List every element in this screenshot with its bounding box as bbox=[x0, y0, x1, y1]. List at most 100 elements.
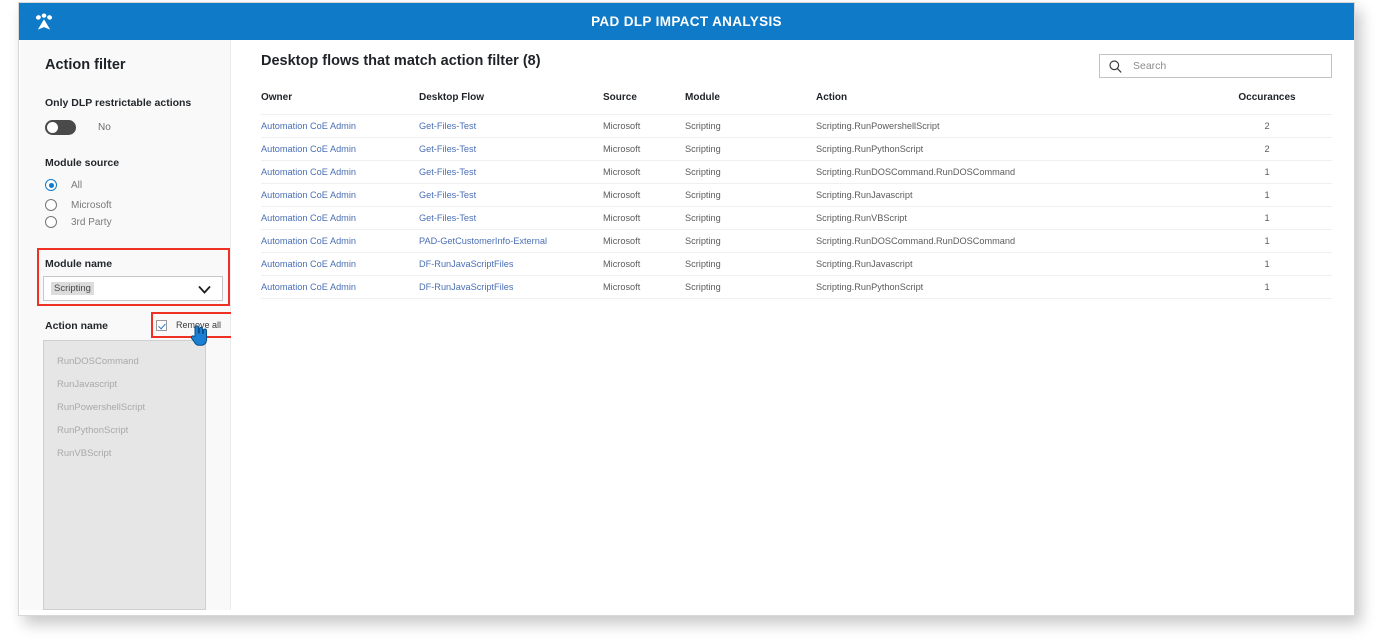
dlp-toggle-value: No bbox=[98, 122, 111, 133]
table-row: Automation CoE Admin DF-RunJavaScriptFile… bbox=[261, 275, 1332, 299]
search-input[interactable] bbox=[1131, 59, 1311, 73]
module-name-label: Module name bbox=[45, 258, 113, 270]
radio-label: Microsoft bbox=[71, 199, 112, 211]
cell-action: Scripting.RunPythonScript bbox=[816, 137, 1202, 161]
table-row: Automation CoE Admin Get-Files-Test Micros… bbox=[261, 114, 1332, 138]
cell-source: Microsoft bbox=[603, 206, 685, 230]
sidebar-title: Action filter bbox=[45, 57, 126, 73]
radio-module-source-microsoft[interactable]: Microsoft bbox=[45, 199, 112, 211]
radio-mark-selected-icon bbox=[45, 179, 57, 191]
cell-owner[interactable]: Automation CoE Admin bbox=[261, 206, 419, 230]
cell-action: Scripting.RunJavascript bbox=[816, 252, 1202, 276]
dlp-restrictable-toggle[interactable] bbox=[45, 120, 76, 135]
list-item[interactable]: RunPythonScript bbox=[44, 419, 205, 442]
radio-mark-icon bbox=[45, 216, 57, 228]
radio-module-source-3rd-party[interactable]: 3rd Party bbox=[45, 216, 112, 228]
action-name-list[interactable]: RunDOSCommand RunJavascript RunPowershel… bbox=[43, 340, 206, 610]
results-table-container: Owner Desktop Flow Source Module Action … bbox=[261, 92, 1332, 299]
list-item[interactable]: RunDOSCommand bbox=[44, 350, 205, 373]
cell-desktop-flow[interactable]: Get-Files-Test bbox=[419, 206, 603, 230]
filter-sidebar: Action filter Only DLP restrictable acti… bbox=[20, 40, 243, 610]
cell-owner[interactable]: Automation CoE Admin bbox=[261, 183, 419, 207]
cell-action: Scripting.RunJavascript bbox=[816, 183, 1202, 207]
cell-action: Scripting.RunPythonScript bbox=[816, 275, 1202, 299]
list-item[interactable]: RunJavascript bbox=[44, 373, 205, 396]
radio-label: All bbox=[71, 179, 83, 191]
cell-desktop-flow[interactable]: DF-RunJavaScriptFiles bbox=[419, 275, 603, 299]
cell-action: Scripting.RunDOSCommand.RunDOSCommand bbox=[816, 160, 1202, 184]
module-source-label: Module source bbox=[45, 157, 120, 169]
cell-desktop-flow[interactable]: Get-Files-Test bbox=[419, 183, 603, 207]
cell-occurances: 1 bbox=[1202, 160, 1332, 184]
cell-desktop-flow[interactable]: PAD-GetCustomerInfo-External bbox=[419, 229, 603, 253]
table-row: Automation CoE Admin Get-Files-Test Micros… bbox=[261, 206, 1332, 230]
list-item[interactable]: RunVBScript bbox=[44, 442, 205, 465]
cell-module: Scripting bbox=[685, 137, 816, 161]
cell-occurances: 1 bbox=[1202, 275, 1332, 299]
table-row: Automation CoE Admin PAD-GetCustomerInfo-… bbox=[261, 229, 1332, 253]
application-window: PAD DLP IMPACT ANALYSIS Action filter On… bbox=[18, 2, 1355, 616]
search-icon bbox=[1109, 59, 1122, 73]
column-header-owner[interactable]: Owner bbox=[261, 92, 419, 115]
radio-mark-icon bbox=[45, 199, 57, 211]
cell-occurances: 2 bbox=[1202, 137, 1332, 161]
cell-action: Scripting.RunDOSCommand.RunDOSCommand bbox=[816, 229, 1202, 253]
list-item[interactable]: RunPowershellScript bbox=[44, 396, 205, 419]
cell-module: Scripting bbox=[685, 275, 816, 299]
cell-source: Microsoft bbox=[603, 114, 685, 138]
cell-owner[interactable]: Automation CoE Admin bbox=[261, 114, 419, 138]
cell-occurances: 1 bbox=[1202, 183, 1332, 207]
cell-owner[interactable]: Automation CoE Admin bbox=[261, 275, 419, 299]
cell-module: Scripting bbox=[685, 252, 816, 276]
cell-module: Scripting bbox=[685, 229, 816, 253]
column-header-action[interactable]: Action bbox=[816, 92, 1202, 115]
cell-owner[interactable]: Automation CoE Admin bbox=[261, 137, 419, 161]
remove-all-checkbox-row[interactable]: Remove all bbox=[156, 317, 238, 333]
table-body: Automation CoE Admin Get-Files-Test Micros… bbox=[261, 114, 1332, 299]
action-name-label: Action name bbox=[45, 320, 109, 332]
dlp-filter-label: Only DLP restrictable actions bbox=[45, 97, 192, 109]
table-header: Owner Desktop Flow Source Module Action … bbox=[261, 92, 1332, 115]
cell-module: Scripting bbox=[685, 183, 816, 207]
table-header-row: Owner Desktop Flow Source Module Action … bbox=[261, 92, 1332, 115]
chevron-down-icon bbox=[198, 285, 211, 294]
cell-owner[interactable]: Automation CoE Admin bbox=[261, 229, 419, 253]
main-content: Desktop flows that match action filter (… bbox=[231, 40, 1354, 615]
remove-all-checkbox[interactable] bbox=[156, 319, 167, 331]
cell-owner[interactable]: Automation CoE Admin bbox=[261, 252, 419, 276]
dlp-toggle-row[interactable]: No bbox=[45, 120, 111, 135]
table-row: Automation CoE Admin DF-RunJavaScriptFile… bbox=[261, 252, 1332, 276]
cell-action: Scripting.RunPowershellScript bbox=[816, 114, 1202, 138]
search-box[interactable] bbox=[1099, 54, 1332, 78]
radio-module-source-all[interactable]: All bbox=[45, 179, 82, 191]
cell-occurances: 1 bbox=[1202, 252, 1332, 276]
page-title: PAD DLP IMPACT ANALYSIS bbox=[591, 14, 782, 29]
table-row: Automation CoE Admin Get-Files-Test Micros… bbox=[261, 137, 1332, 161]
column-header-desktop-flow[interactable]: Desktop Flow bbox=[419, 92, 603, 115]
cell-desktop-flow[interactable]: Get-Files-Test bbox=[419, 114, 603, 138]
results-table: Owner Desktop Flow Source Module Action … bbox=[261, 92, 1332, 299]
cell-desktop-flow[interactable]: DF-RunJavaScriptFiles bbox=[419, 252, 603, 276]
module-name-dropdown[interactable]: Scripting bbox=[43, 276, 223, 301]
column-header-occurances[interactable]: Occurances bbox=[1202, 92, 1332, 115]
cell-module: Scripting bbox=[685, 206, 816, 230]
module-name-selected-value: Scripting bbox=[51, 282, 94, 295]
table-row: Automation CoE Admin Get-Files-Test Micros… bbox=[261, 160, 1332, 184]
cell-source: Microsoft bbox=[603, 137, 685, 161]
cell-desktop-flow[interactable]: Get-Files-Test bbox=[419, 137, 603, 161]
table-row: Automation CoE Admin Get-Files-Test Micros… bbox=[261, 183, 1332, 207]
cell-source: Microsoft bbox=[603, 183, 685, 207]
cell-module: Scripting bbox=[685, 160, 816, 184]
cell-occurances: 1 bbox=[1202, 229, 1332, 253]
cell-source: Microsoft bbox=[603, 275, 685, 299]
cell-occurances: 2 bbox=[1202, 114, 1332, 138]
cell-source: Microsoft bbox=[603, 252, 685, 276]
column-header-source[interactable]: Source bbox=[603, 92, 685, 115]
cell-owner[interactable]: Automation CoE Admin bbox=[261, 160, 419, 184]
cell-module: Scripting bbox=[685, 114, 816, 138]
remove-all-label: Remove all bbox=[176, 320, 222, 330]
cell-source: Microsoft bbox=[603, 229, 685, 253]
results-heading: Desktop flows that match action filter (… bbox=[261, 53, 541, 69]
cell-desktop-flow[interactable]: Get-Files-Test bbox=[419, 160, 603, 184]
column-header-module[interactable]: Module bbox=[685, 92, 816, 115]
